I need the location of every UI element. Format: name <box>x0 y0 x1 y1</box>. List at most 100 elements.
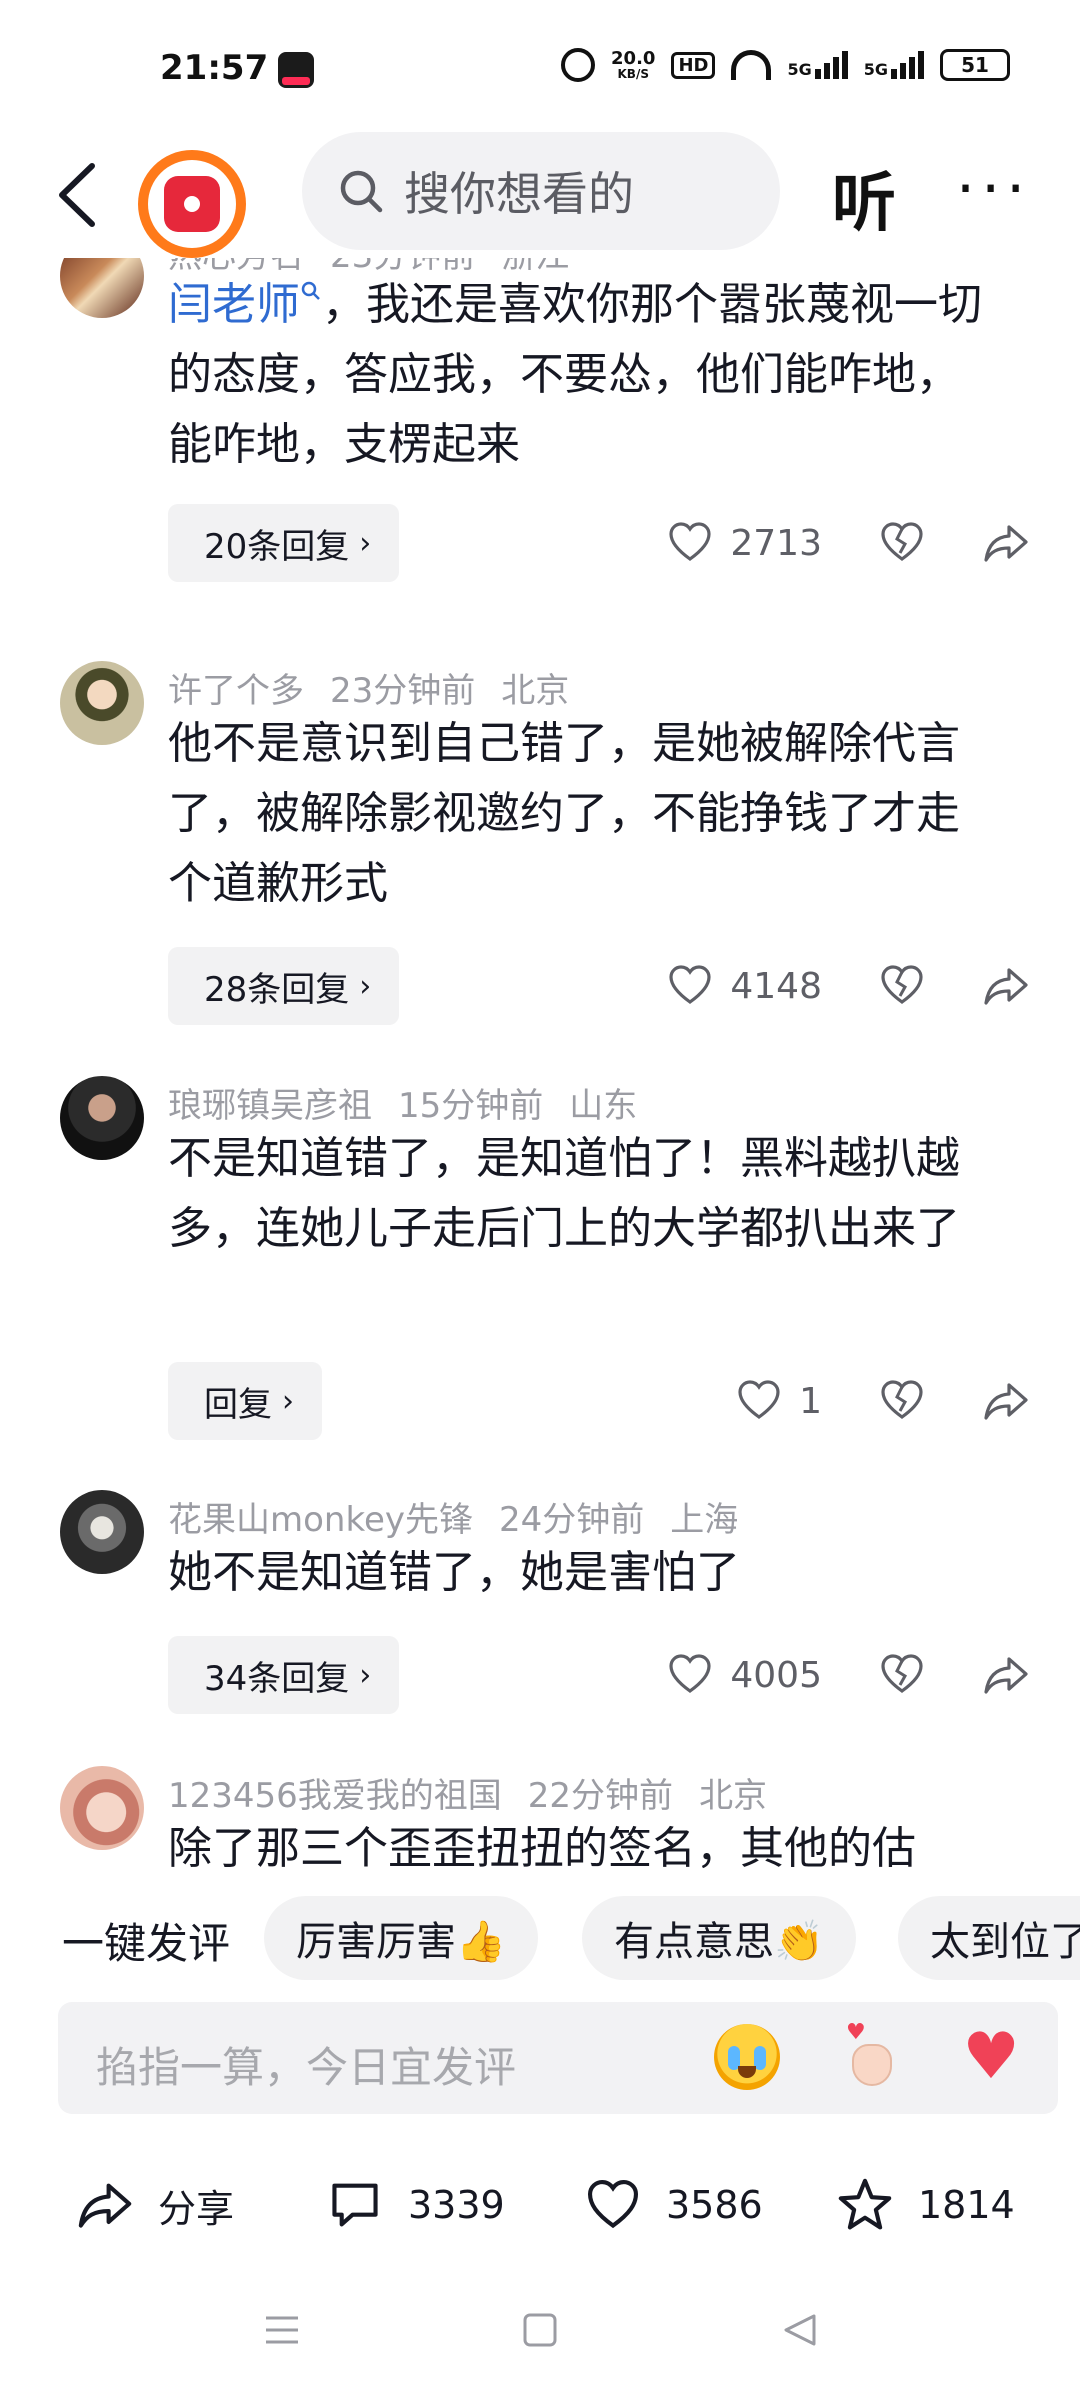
comment-count: 3339 <box>408 2183 505 2227</box>
menu-icon[interactable] <box>262 2310 302 2350</box>
reply-count-label: 20条回复 <box>204 526 350 567</box>
reply-count-label: 34条回复 <box>204 1658 350 1699</box>
crying-face-icon[interactable] <box>714 2024 780 2090</box>
dislike-icon[interactable] <box>878 962 926 1010</box>
listen-button[interactable]: 听 <box>832 152 896 244</box>
comment-button[interactable]: 3339 <box>326 2176 505 2234</box>
comment-time: 23分钟前 <box>330 671 476 711</box>
red-heart-icon[interactable]: ♥ <box>958 2024 1024 2090</box>
share-icon[interactable] <box>982 1377 1030 1425</box>
chevron-right-icon: › <box>282 1383 294 1419</box>
alarm-icon <box>561 48 596 82</box>
share-icon[interactable] <box>982 519 1030 567</box>
search-bar[interactable]: 搜你想看的 <box>302 132 780 250</box>
signal-5g-icon-1: 5G <box>787 51 848 79</box>
like-button[interactable]: 4005 <box>666 1651 822 1699</box>
status-indicators: 20.0 KB/S HD 5G 5G 51 <box>561 48 1010 82</box>
comment-input[interactable]: 掐指一算，今日宜发评 ♥ ♥ <box>58 2002 1058 2114</box>
share-label: 分享 <box>158 2186 235 2231</box>
comment-username[interactable]: 123456我爱我的祖国 <box>168 1776 502 1816</box>
wifi-icon <box>731 50 772 80</box>
finger-heart-icon[interactable]: ♥ <box>838 2022 904 2090</box>
like-button[interactable]: 2713 <box>666 519 822 567</box>
share-icon[interactable] <box>982 962 1030 1010</box>
comment-meta: 许了个多 23分钟前 北京 <box>168 663 595 712</box>
like-button[interactable]: 1 <box>735 1377 822 1425</box>
dislike-icon[interactable] <box>878 519 926 567</box>
like-count: 1 <box>799 1380 822 1422</box>
like-count: 4005 <box>730 1654 822 1696</box>
avatar[interactable] <box>60 1766 144 1850</box>
comment-actions: 1 <box>640 1362 1030 1440</box>
network-speed: 20.0 KB/S <box>611 48 656 81</box>
heart-outline-icon <box>669 1654 711 1693</box>
like-video-button[interactable]: 3586 <box>584 2176 763 2234</box>
network-speed-value: 20.0 <box>611 48 656 69</box>
quick-reply-chip[interactable]: 有点意思👏 <box>582 1896 856 1980</box>
comment-actions: 2713 <box>640 504 1030 582</box>
signal-label-1: 5G <box>787 60 812 79</box>
back-button[interactable] <box>50 160 110 230</box>
comment-meta: 123456我爱我的祖国 22分钟前 北京 <box>168 1768 793 1817</box>
red-box-logo-icon <box>164 176 220 232</box>
share-button[interactable]: 分享 <box>76 2176 234 2234</box>
reply-button[interactable]: 回复 › <box>168 1362 322 1440</box>
like-count: 2713 <box>730 522 822 564</box>
more-options-button[interactable]: ··· <box>956 154 1031 224</box>
comment-location: 北京 <box>501 671 570 711</box>
comment-username[interactable]: 琅琊镇吴彦祖 <box>168 1086 372 1126</box>
comment-meta: 花果山monkey先锋 24分钟前 上海 <box>168 1492 764 1541</box>
avatar[interactable] <box>60 661 144 745</box>
comment-time: 24分钟前 <box>499 1500 645 1540</box>
back-triangle-icon[interactable] <box>780 2310 820 2350</box>
comment-location: 上海 <box>670 1500 739 1540</box>
dislike-icon[interactable] <box>878 1651 926 1699</box>
mention-name: 闫老师 <box>168 279 300 330</box>
comment-time: 22分钟前 <box>527 1776 674 1816</box>
comment-text[interactable]: 他不是意识到自己错了，是她被解除代言了，被解除影视邀约了，不能挣钱了才走个道歉形… <box>168 709 998 919</box>
comment-time: 15分钟前 <box>398 1086 544 1126</box>
view-replies-button[interactable]: 34条回复 › <box>168 1636 400 1714</box>
favorite-count: 1814 <box>918 2183 1015 2227</box>
comment-text[interactable]: 闫老师 ，我还是喜欢你那个嚣张蔑视一切的态度，答应我，不要怂，他们能咋地，能咋地，… <box>168 270 998 480</box>
quick-reply-label: 一键发评 <box>62 1919 231 1968</box>
status-bar: 21:57 20.0 KB/S HD 5G 5G 51 <box>0 0 1080 130</box>
quick-reply-chip[interactable]: 厉害厉害👍 <box>264 1896 538 1980</box>
share-icon <box>78 2183 132 2228</box>
mention-link[interactable]: 闫老师 <box>168 279 322 330</box>
comment-actions: 4148 <box>640 947 1030 1025</box>
share-icon[interactable] <box>982 1651 1030 1699</box>
search-icon <box>340 170 383 213</box>
bottom-toolbar: 分享 3339 3586 1814 <box>0 2150 1080 2260</box>
dislike-icon[interactable] <box>878 1377 926 1425</box>
signal-5g-icon-2: 5G <box>864 51 924 79</box>
comment-text[interactable]: 不是知道错了，是知道怕了！黑料越扒越多，连她儿子走后门上的大学都扒出来了 <box>168 1124 998 1264</box>
like-count: 3586 <box>666 2183 763 2227</box>
comment-text[interactable]: 除了那三个歪歪扭扭的签名，其他的估 <box>168 1814 998 1870</box>
heart-outline-icon <box>669 965 711 1004</box>
app-logo-inner <box>148 160 236 248</box>
avatar[interactable] <box>60 1490 144 1574</box>
comment-username[interactable]: 花果山monkey先锋 <box>168 1500 473 1540</box>
like-button[interactable]: 4148 <box>666 962 822 1010</box>
heart-outline-icon <box>669 522 711 561</box>
favorite-button[interactable]: 1814 <box>836 2176 1015 2234</box>
chevron-right-icon: › <box>359 525 372 561</box>
back-arrow-icon <box>59 163 95 227</box>
view-replies-button[interactable]: 28条回复 › <box>168 947 400 1025</box>
comment-input-placeholder: 掐指一算，今日宜发评 <box>96 2043 517 2092</box>
comment-text[interactable]: 她不是知道错了，她是害怕了 <box>168 1538 998 1608</box>
comment-location: 北京 <box>699 1776 768 1816</box>
quick-reply-chip[interactable]: 太到位了 <box>898 1896 1080 1980</box>
status-time: 21:57 <box>160 48 269 88</box>
view-replies-button[interactable]: 20条回复 › <box>168 504 400 582</box>
comment-username[interactable]: 许了个多 <box>168 671 304 711</box>
douyin-notification-icon <box>278 52 314 88</box>
comment-bubble-icon <box>332 2183 378 2227</box>
home-icon[interactable] <box>520 2310 560 2350</box>
avatar[interactable] <box>60 258 144 318</box>
comment-location: 山东 <box>569 1086 638 1126</box>
reply-count-label: 28条回复 <box>204 969 350 1010</box>
avatar[interactable] <box>60 1076 144 1160</box>
app-logo-button[interactable] <box>138 150 246 258</box>
